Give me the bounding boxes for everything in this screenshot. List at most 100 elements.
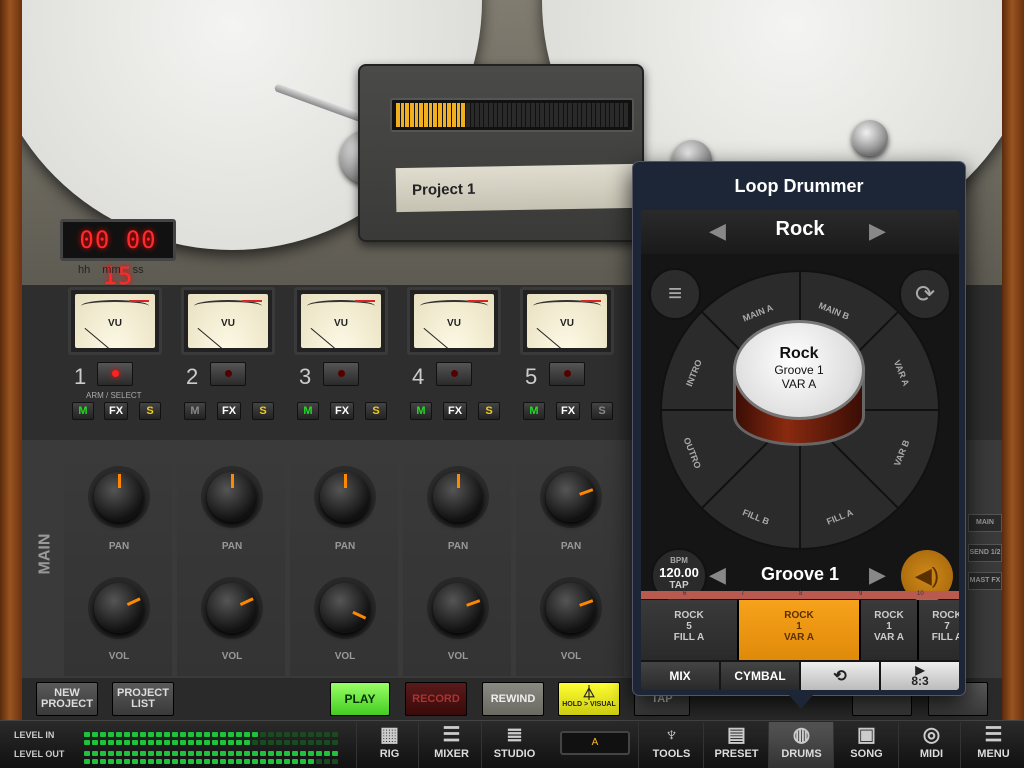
fx-button-2[interactable]: FX <box>217 402 241 420</box>
level-out-meter <box>84 751 338 756</box>
preset-grid-icon: ▤ <box>727 724 746 746</box>
pan-label-2: PAN <box>221 541 243 552</box>
pattern-cell[interactable]: ROCK 7 FILL A <box>919 600 959 660</box>
mute-button-1[interactable]: M <box>72 402 94 420</box>
vol-knob-2[interactable] <box>207 583 257 633</box>
style-selector: ◀ Rock ▶ <box>641 210 959 254</box>
nav-tools[interactable]: ♆ TOOLS <box>638 722 704 768</box>
loop-toggle-button[interactable]: ⟲ <box>801 662 879 690</box>
nav-menu[interactable]: ☰ MENU <box>960 722 1024 768</box>
project-name-label[interactable]: Project 1 <box>395 163 637 213</box>
send-bus-button[interactable]: SEND 1/2 <box>968 544 1002 562</box>
time-counter: 00 00 15 <box>60 219 176 290</box>
metronome-icon: ⏃ <box>582 685 596 701</box>
pan-label-1: PAN <box>108 541 130 552</box>
record-button[interactable]: RECORD <box>405 682 467 716</box>
solo-button-3[interactable]: S <box>365 402 387 420</box>
project-display-panel: Project 1 <box>358 64 644 242</box>
pan-knob-2[interactable] <box>207 472 257 522</box>
vu-meter-5: VU <box>520 287 614 355</box>
pattern-cell[interactable]: ROCK 5 FILL A <box>641 600 737 660</box>
master-fx-button[interactable]: MAST FX <box>968 572 1002 590</box>
arm-button-1[interactable] <box>97 362 133 386</box>
nav-preset[interactable]: ▤ PRESET <box>703 722 769 768</box>
mute-button-5[interactable]: M <box>523 402 545 420</box>
fx-button-3[interactable]: FX <box>330 402 354 420</box>
pan-knob-1[interactable] <box>94 472 144 522</box>
mixer-icon: ☰ <box>442 724 461 746</box>
time-signature-button[interactable]: ▶ 8:3 <box>881 662 959 690</box>
metronome-button[interactable]: ⏃ HOLD > VISUAL <box>558 682 620 716</box>
drum-groove: Groove 1 <box>774 363 824 377</box>
rig-icon: ▦ <box>380 724 399 746</box>
new-project-button[interactable]: NEW PROJECT <box>36 682 98 716</box>
pan-label-3: PAN <box>334 541 356 552</box>
time-counter-units: hh mm ss <box>78 264 144 276</box>
vol-knob-1[interactable] <box>94 583 144 633</box>
nav-mixer[interactable]: ☰ MIXER <box>418 722 484 768</box>
solo-button-4[interactable]: S <box>478 402 500 420</box>
mute-button-4[interactable]: M <box>410 402 432 420</box>
nav-song[interactable]: ▣ SONG <box>833 722 899 768</box>
vol-label-5: VOL <box>560 651 582 662</box>
pan-knob-3[interactable] <box>320 472 370 522</box>
pan-label-5: PAN <box>560 541 582 552</box>
groove-selector: ◀ Groove 1 ▶ <box>641 560 959 594</box>
arm-button-5[interactable] <box>549 362 585 386</box>
guitar-icon: ♆ <box>664 724 679 746</box>
mix-button[interactable]: MIX <box>641 662 719 690</box>
next-style-arrow-icon[interactable]: ▶ <box>869 218 886 244</box>
nav-rig[interactable]: ▦ RIG <box>356 722 422 768</box>
midi-icon: ◎ <box>922 724 941 746</box>
vol-label-1: VOL <box>108 651 130 662</box>
arm-button-2[interactable] <box>210 362 246 386</box>
groove-name: Groove 1 <box>760 564 840 584</box>
vol-knob-5[interactable] <box>546 583 596 633</box>
fx-button-5[interactable]: FX <box>556 402 580 420</box>
tuner-display[interactable]: A <box>560 731 630 755</box>
fx-button-1[interactable]: FX <box>104 402 128 420</box>
vol-label-4: VOL <box>447 651 469 662</box>
rewind-button[interactable]: REWIND <box>482 682 544 716</box>
next-groove-arrow-icon[interactable]: ▶ <box>869 562 886 588</box>
vol-label-3: VOL <box>334 651 356 662</box>
arm-button-4[interactable] <box>436 362 472 386</box>
nav-studio[interactable]: ≣ STUDIO <box>481 722 547 768</box>
solo-button-1[interactable]: S <box>139 402 161 420</box>
snare-drum-display[interactable]: Rock Groove 1 VAR A <box>729 320 869 470</box>
song-ruler[interactable]: 6 7 8 9 10 <box>641 591 959 599</box>
channel-number-5: 5 <box>525 364 538 389</box>
channel-number-2: 2 <box>186 364 199 389</box>
pan-knob-4[interactable] <box>433 472 483 522</box>
loop-drummer-popover: Loop Drummer ◀ Rock ▶ ≡ ⟳ MAIN A MAIN B … <box>632 161 966 696</box>
solo-button-2[interactable]: S <box>252 402 274 420</box>
pattern-cell[interactable]: ROCK 1 VAR A <box>861 600 917 660</box>
vol-knob-3[interactable] <box>320 583 370 633</box>
vol-label-2: VOL <box>221 651 243 662</box>
vu-meter-2: VU <box>181 287 275 355</box>
vu-meter-1: VU <box>68 287 162 355</box>
vol-knob-4[interactable] <box>433 583 483 633</box>
cymbal-button[interactable]: CYMBAL <box>721 662 799 690</box>
arm-button-3[interactable] <box>323 362 359 386</box>
nav-drums[interactable]: ◍ DRUMS <box>768 722 834 768</box>
loop-drummer-toolbar: MIX CYMBAL ⟲ ▶ 8:3 <box>641 662 959 690</box>
play-button[interactable]: PLAY <box>330 682 390 716</box>
mute-button-2[interactable]: M <box>184 402 206 420</box>
pan-knob-5[interactable] <box>546 472 596 522</box>
mute-button-3[interactable]: M <box>297 402 319 420</box>
main-bus-button[interactable]: MAIN <box>968 514 1002 532</box>
level-out-meter-r <box>84 759 338 764</box>
pattern-cell-selected[interactable]: ROCK 1 VAR A <box>739 600 859 660</box>
channel-number-3: 3 <box>299 364 312 389</box>
level-out-label: LEVEL OUT <box>14 749 65 759</box>
drum-style: Rock <box>779 345 819 362</box>
solo-button-5[interactable]: S <box>591 402 613 420</box>
nav-midi[interactable]: ◎ MIDI <box>898 722 964 768</box>
project-list-button[interactable]: PROJECT LIST <box>112 682 174 716</box>
fx-button-4[interactable]: FX <box>443 402 467 420</box>
input-level-meter <box>390 98 634 132</box>
level-in-meter <box>84 732 338 737</box>
drums-icon: ◍ <box>792 724 811 746</box>
style-name: Rock <box>775 218 825 240</box>
